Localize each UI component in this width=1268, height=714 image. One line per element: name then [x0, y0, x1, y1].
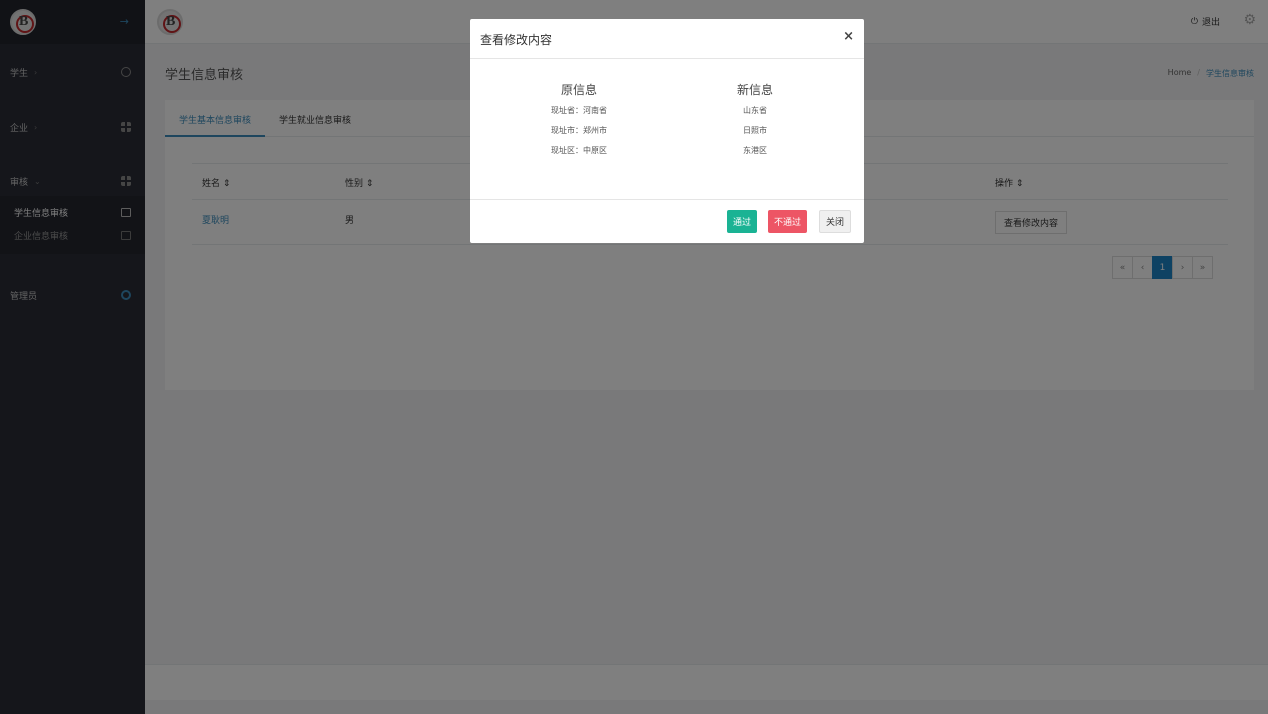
view-changes-modal: 查看修改内容 × 原信息 现址省：河南省 现址市：郑州市 现址区：中原区 新信息… [470, 19, 864, 243]
modal-footer: 通过 不通过 关闭 [470, 200, 864, 243]
reject-button[interactable]: 不通过 [768, 210, 808, 233]
original-info-header: 原信息 [560, 83, 597, 97]
modal-header: 查看修改内容 × [470, 19, 864, 59]
close-icon[interactable]: × [843, 29, 854, 44]
close-button[interactable]: 关闭 [819, 210, 852, 233]
original-province: 现址省：河南省 [551, 106, 607, 115]
modal-title: 查看修改内容 [480, 33, 553, 47]
modal-body: 原信息 现址省：河南省 现址市：郑州市 现址区：中原区 新信息 山东省 日照市 … [470, 59, 864, 200]
new-info-header: 新信息 [736, 83, 773, 97]
original-city: 现址市：郑州市 [551, 126, 607, 135]
new-info-column: 新信息 山东省 日照市 东港区 [719, 81, 791, 166]
new-city: 日照市 [743, 126, 767, 135]
approve-button[interactable]: 通过 [727, 210, 758, 233]
original-district: 现址区：中原区 [551, 146, 607, 155]
new-province: 山东省 [743, 106, 767, 115]
new-district: 东港区 [743, 146, 767, 155]
original-info-column: 原信息 现址省：河南省 现址市：郑州市 现址区：中原区 [546, 81, 612, 166]
